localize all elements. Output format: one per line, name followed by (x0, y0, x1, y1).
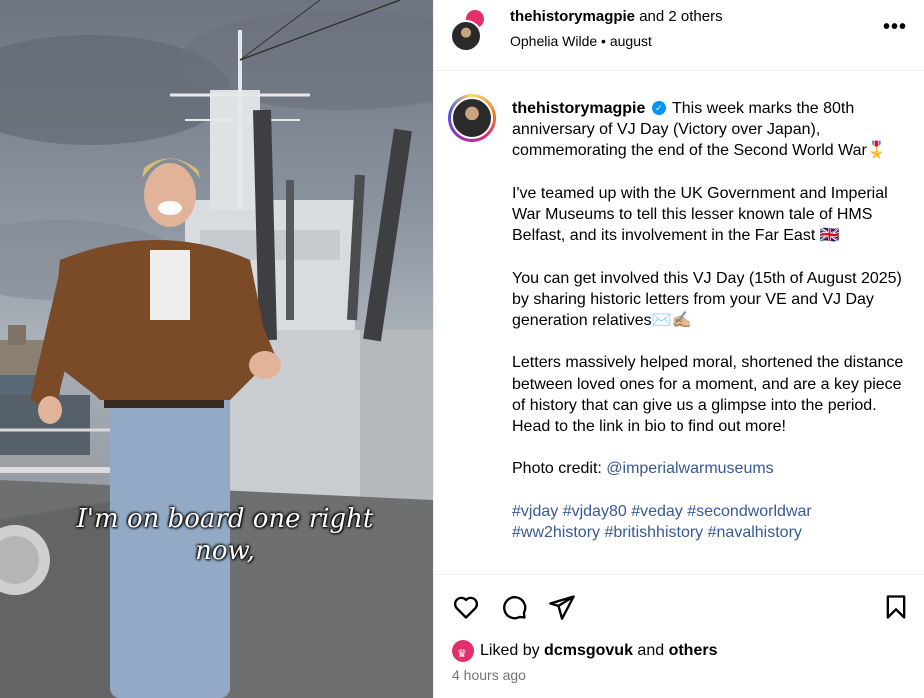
likes-others-link[interactable]: others (669, 642, 718, 659)
post-media[interactable]: I'm on board one right now, (0, 0, 433, 698)
caption-paragraph-4: Letters massively helped moral, shortene… (512, 354, 908, 436)
comment-icon[interactable] (500, 593, 528, 621)
liker-username-link[interactable]: dcmsgovuk (544, 642, 633, 659)
audio-credit-link[interactable]: Ophelia Wilde (510, 33, 597, 49)
video-subtitle: I'm on board one right now, (60, 503, 390, 567)
photo-credit-label: Photo credit: (512, 460, 607, 478)
video-subtitle-line-2: now, (195, 536, 255, 566)
media-photo (0, 0, 433, 698)
post-author-line: thehistorymagpie and 2 others (510, 8, 723, 26)
subline-separator: • (601, 33, 606, 49)
caption-avatar-ring[interactable] (448, 94, 496, 142)
liker-avatar[interactable] (452, 640, 474, 665)
post-date: august (609, 33, 652, 49)
caption-username-link[interactable]: thehistorymagpie (512, 100, 645, 117)
post-header: thehistorymagpie and 2 others Ophelia Wi… (434, 0, 924, 71)
collab-avatars[interactable] (450, 8, 494, 52)
hashtags-line-2[interactable]: #ww2history #britishhistory #navalhistor… (512, 524, 802, 541)
likes-conjunction: and (637, 642, 665, 660)
collab-others-link[interactable]: and 2 others (639, 8, 722, 25)
action-bar (434, 574, 924, 634)
caption-section: thehistorymagpie ✓ This week marks the 8… (434, 72, 924, 574)
hashtags-line-1[interactable]: #vjday #vjday80 #veday #secondworldwar (512, 503, 812, 520)
avatar (450, 20, 482, 52)
bookmark-icon[interactable] (882, 593, 910, 621)
post-details-panel: thehistorymagpie and 2 others Ophelia Wi… (433, 0, 924, 698)
post-caption: thehistorymagpie ✓ This week marks the 8… (512, 98, 917, 543)
heart-icon[interactable] (452, 593, 480, 621)
share-icon[interactable] (548, 593, 576, 621)
video-subtitle-line-1: I'm on board one right (76, 504, 374, 534)
post-subline: Ophelia Wilde • august (510, 33, 652, 49)
photo-credit-link[interactable]: @imperialwarmuseums (606, 460, 773, 477)
verified-badge-icon: ✓ (651, 100, 666, 115)
author-username-link[interactable]: thehistorymagpie (510, 8, 635, 25)
caption-paragraph-3: You can get involved this VJ Day (15th o… (512, 269, 907, 330)
caption-paragraph-2: I've teamed up with the UK Government an… (512, 184, 893, 245)
likes-prefix: Liked by (480, 642, 540, 660)
avatar (451, 97, 493, 139)
post-timestamp[interactable]: 4 hours ago (452, 667, 526, 683)
likes-summary: Liked by dcmsgovuk and others (452, 640, 718, 665)
more-horizontal-icon[interactable]: ••• (883, 16, 907, 39)
